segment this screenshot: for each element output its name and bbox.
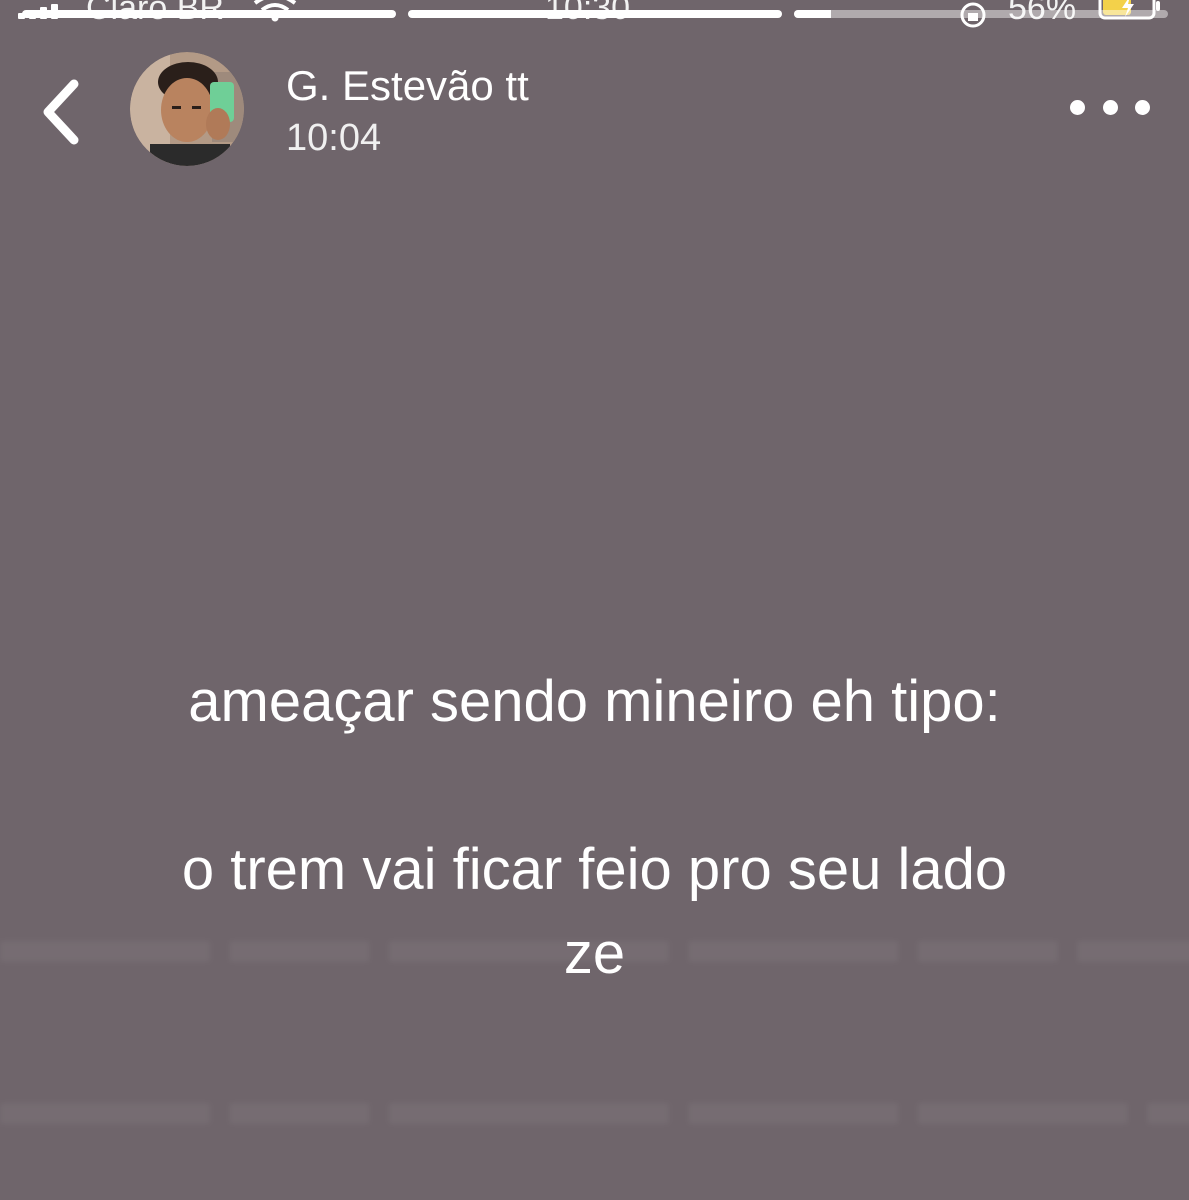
back-button[interactable] <box>34 74 94 150</box>
story-text-line-3: ze <box>563 921 626 986</box>
chevron-left-icon <box>43 79 79 145</box>
story-progress-segment <box>22 10 396 18</box>
more-options-button[interactable] <box>1070 92 1150 122</box>
story-text-line-2: o trem vai ficar feio pro seu lado <box>181 837 1008 902</box>
story-text: ameaçar sendo mineiro eh tipo: o trem va… <box>0 660 1189 996</box>
story-text-spacer <box>0 744 1189 828</box>
story-progress-segment <box>794 10 1168 18</box>
story-text-line-1: ameaçar sendo mineiro eh tipo: <box>188 669 1001 734</box>
story-username[interactable]: G. Estevão tt <box>286 60 529 112</box>
avatar-photo <box>130 52 244 166</box>
story-progress-segment <box>408 10 782 18</box>
more-dots-icon <box>1070 99 1085 115</box>
story-timestamp: 10:04 <box>286 117 382 159</box>
ghost-text-artifact: ▬▬▬ ▬▬ ▬▬▬▬ ▬▬▬ ▬▬▬ ▬▬ <box>0 1061 1189 1139</box>
more-dots-icon <box>1135 99 1150 115</box>
avatar[interactable] <box>130 52 244 166</box>
more-dots-icon <box>1102 99 1118 115</box>
story-progress-bars <box>22 10 1168 20</box>
